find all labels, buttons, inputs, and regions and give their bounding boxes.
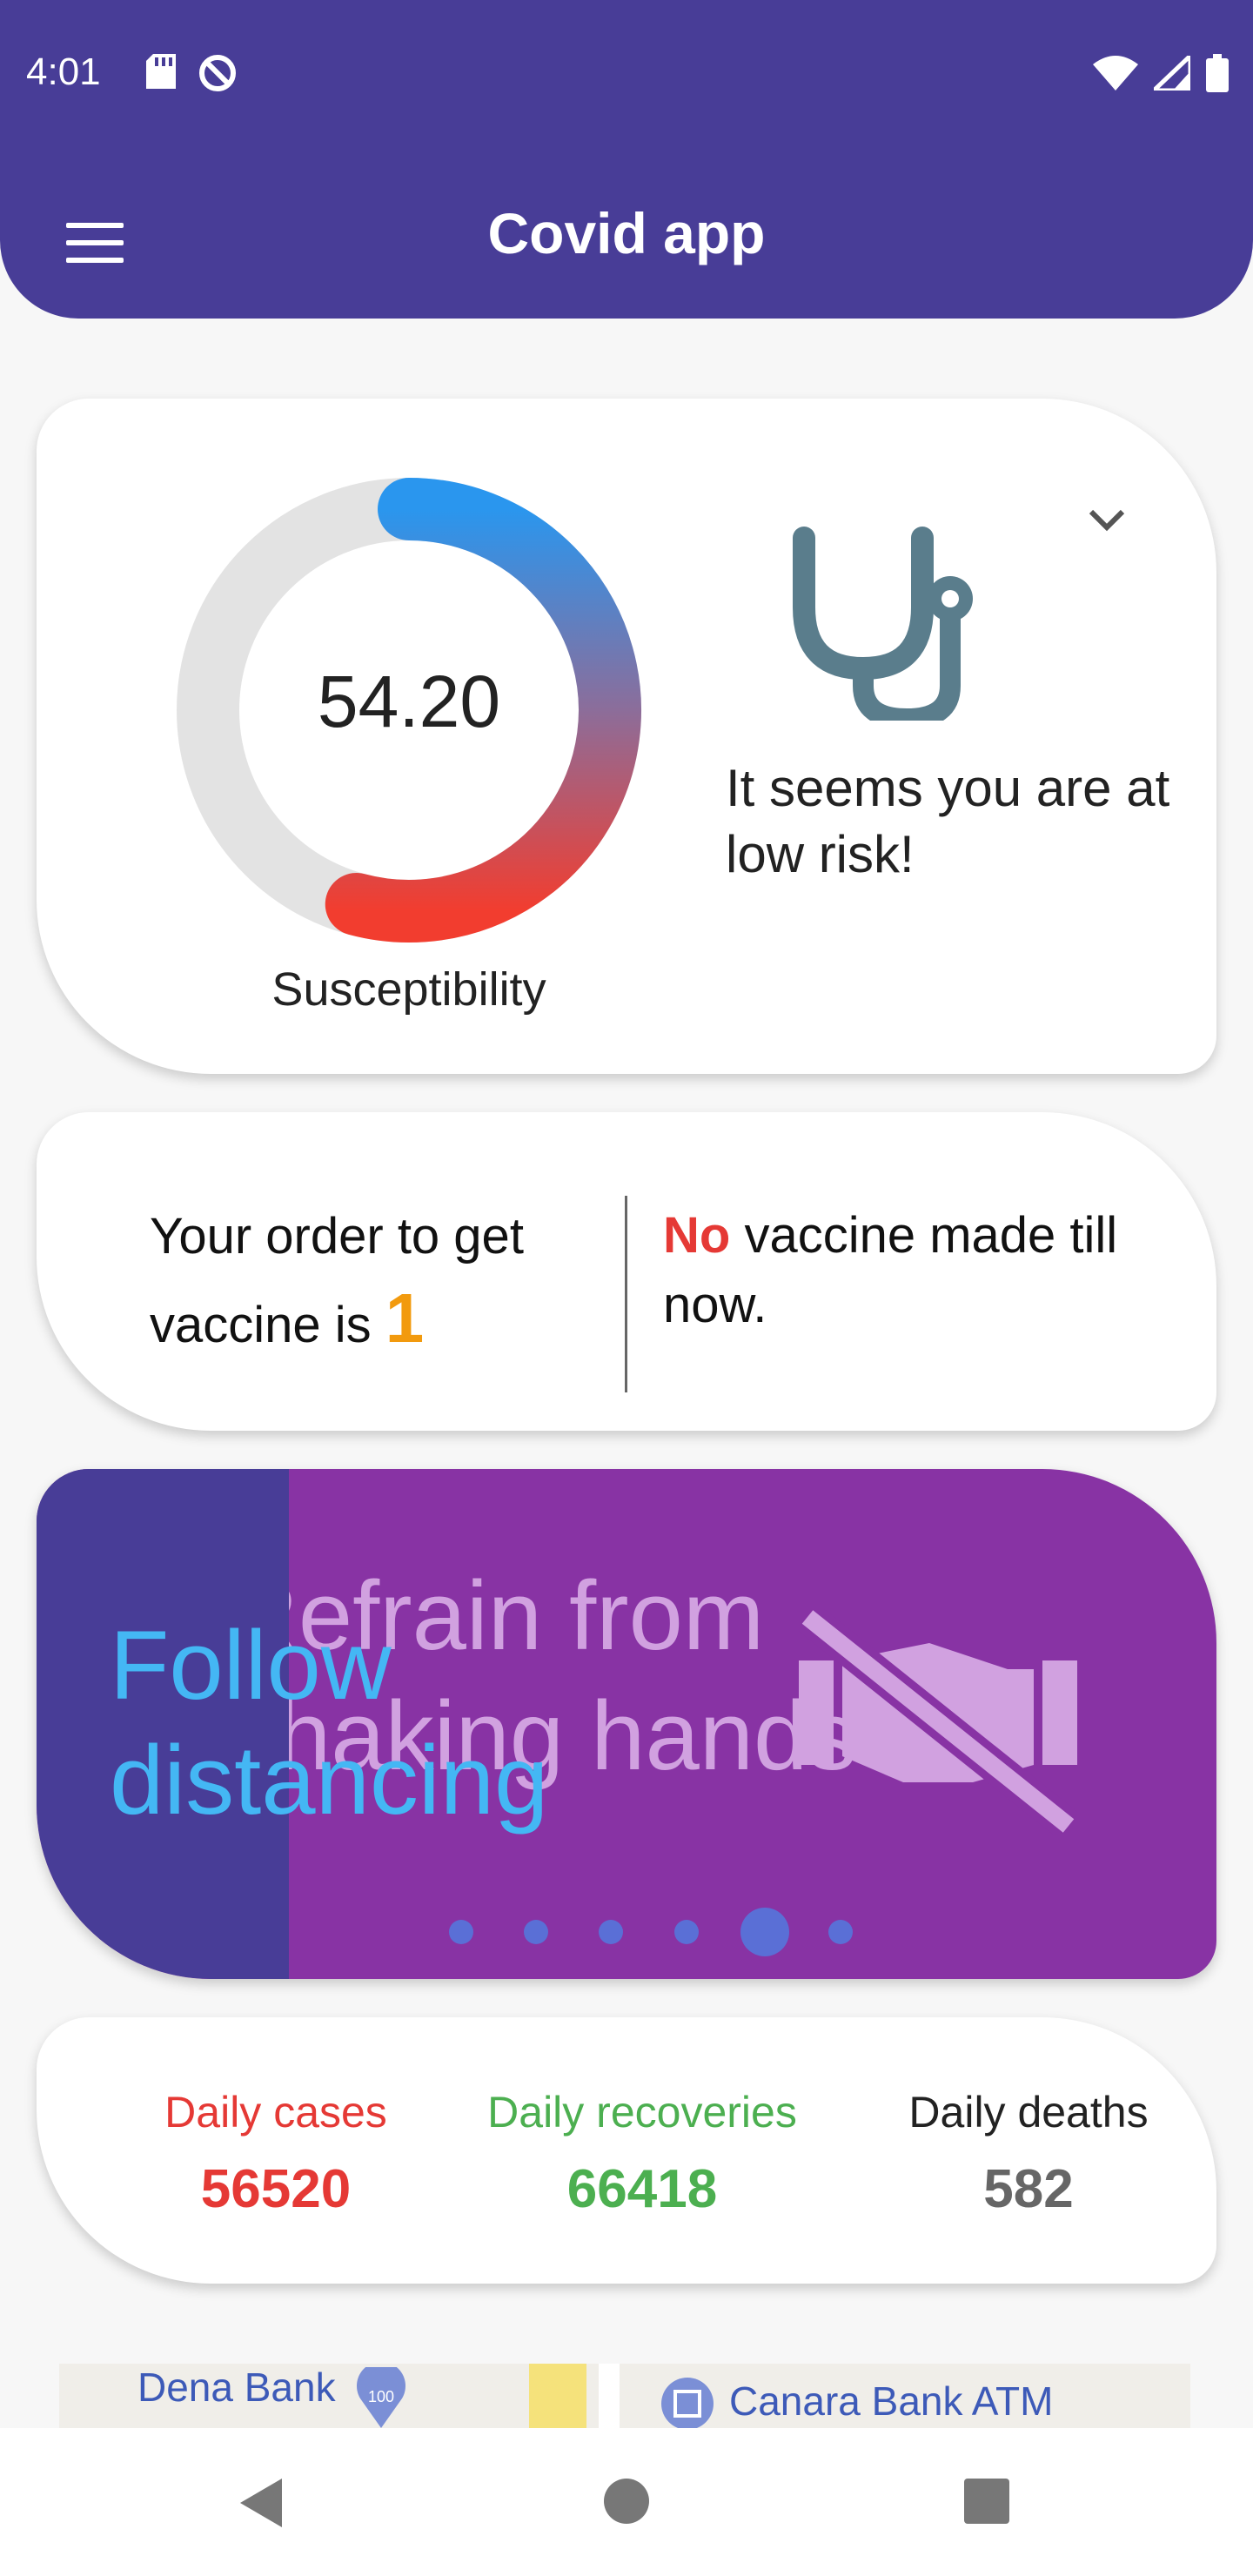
- susceptibility-caption: Susceptibility: [271, 963, 546, 1016]
- vaccine-status-rest: vaccine made till now.: [663, 1207, 1118, 1333]
- app-bar: 4:01 Covid app: [0, 0, 1253, 319]
- bank-pin-icon: 100: [357, 2367, 405, 2428]
- vaccine-no-word: No: [663, 1207, 731, 1264]
- daily-cases-label: Daily cases: [164, 2088, 387, 2137]
- system-nav-bar: [0, 2428, 1253, 2576]
- carousel-dot[interactable]: [828, 1920, 853, 1944]
- atm-icon: [661, 2378, 714, 2430]
- vaccine-card: Your order to get vaccine is 1 No vaccin…: [37, 1112, 1216, 1431]
- svg-text:100: 100: [368, 2388, 394, 2405]
- carousel-dot[interactable]: [524, 1920, 548, 1944]
- vaccine-order: Your order to get vaccine is 1: [150, 1196, 637, 1366]
- carousel-previous-text: Follow distancing: [110, 1611, 549, 1835]
- daily-recoveries-value: 66418: [566, 2159, 718, 2219]
- daily-cases-value: 56520: [200, 2159, 352, 2219]
- vaccine-status: No vaccine made till now.: [663, 1201, 1203, 1340]
- susceptibility-value: 54.20: [317, 661, 501, 742]
- carousel-previous-slide[interactable]: Follow distancing: [37, 1469, 548, 1979]
- risk-message: It seems you are at low risk!: [726, 759, 1170, 883]
- wifi-icon: [1093, 56, 1138, 91]
- no-handshake-icon: [799, 1608, 1077, 1835]
- vaccine-order-prefix: Your order to get vaccine is: [150, 1208, 524, 1353]
- daily-deaths-value: 582: [983, 2159, 1074, 2219]
- map-label-dena-bank: Dena Bank: [137, 2365, 336, 2410]
- divider: [625, 1196, 627, 1392]
- status-icons-left: [146, 54, 237, 92]
- susceptibility-card[interactable]: 54.20 Susceptibility It seems you are at…: [37, 399, 1216, 1074]
- battery-icon: [1206, 54, 1229, 92]
- vaccine-order-number: 1: [385, 1279, 425, 1357]
- home-icon[interactable]: [604, 2479, 649, 2524]
- daily-cases: Daily cases 56520: [93, 2087, 459, 2220]
- back-icon[interactable]: [237, 2479, 285, 2527]
- map-label-canara-atm: Canara Bank ATM: [729, 2378, 1054, 2424]
- stethoscope-icon: [793, 527, 973, 721]
- carousel-dot[interactable]: [449, 1920, 473, 1944]
- carousel-dot-active[interactable]: [740, 1908, 789, 1956]
- carousel-dots: [37, 1904, 1216, 1956]
- daily-deaths: Daily deaths 582: [846, 2087, 1211, 2220]
- recents-icon[interactable]: [964, 2479, 1009, 2524]
- tips-carousel[interactable]: Refrain from shaking hands Follow distan…: [37, 1469, 1216, 1979]
- daily-stats-card: Daily cases 56520 Daily recoveries 66418…: [37, 2017, 1216, 2284]
- daily-deaths-label: Daily deaths: [908, 2088, 1149, 2137]
- sd-card-icon: [146, 54, 176, 89]
- no-disturb-icon: [199, 55, 236, 91]
- status-icons-right: [1093, 54, 1229, 92]
- signal-icon: [1154, 56, 1190, 91]
- page-title: Covid app: [487, 201, 766, 265]
- daily-recoveries: Daily recoveries 66418: [459, 2087, 825, 2220]
- carousel-dot[interactable]: [674, 1920, 699, 1944]
- daily-recoveries-label: Daily recoveries: [487, 2088, 797, 2137]
- chevron-down-icon[interactable]: [1081, 494, 1133, 547]
- carousel-dot[interactable]: [599, 1920, 623, 1944]
- status-time: 4:01: [26, 50, 101, 93]
